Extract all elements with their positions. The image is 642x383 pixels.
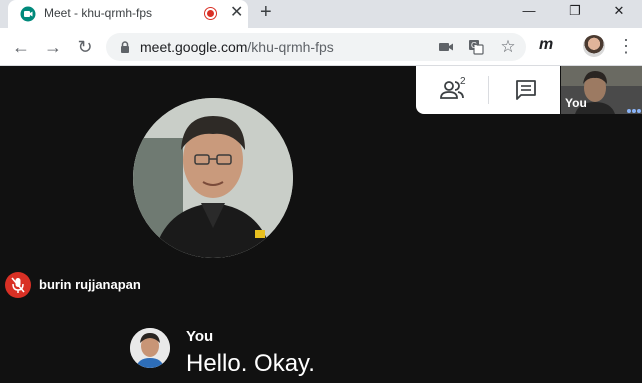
meet-stage: 2 You burin rujjanapan You Hello. Okay.: [0, 66, 642, 383]
participant-photo: [133, 98, 293, 258]
browser-tab-meet[interactable]: Meet - khu-qrmh-fps ✕: [8, 0, 248, 28]
panel-divider: [488, 76, 489, 104]
people-count: 2: [460, 76, 466, 87]
reload-button[interactable]: ↻: [74, 36, 96, 58]
caption-speaker-avatar: [130, 328, 170, 368]
bookmark-star-icon[interactable]: ☆: [498, 37, 518, 57]
google-meet-icon: [20, 6, 36, 22]
svg-text:G: G: [471, 41, 477, 50]
participant-avatar: [133, 98, 293, 258]
audio-activity-icon: [627, 100, 642, 114]
caption-text: Hello. Okay.: [186, 350, 315, 377]
url-text: meet.google.com/khu-qrmh-fps: [140, 39, 334, 55]
minimize-button[interactable]: —: [506, 0, 552, 28]
tab-strip: Meet - khu-qrmh-fps ✕ + — ❐ ✕: [0, 0, 642, 28]
self-view-tile[interactable]: You: [561, 66, 642, 114]
self-view-label: You: [565, 96, 587, 110]
profile-avatar[interactable]: [583, 35, 605, 57]
caption-speaker-name: You: [186, 328, 214, 345]
meeting-controls-panel: 2: [416, 66, 560, 114]
mic-off-icon: [5, 272, 31, 298]
restore-button[interactable]: ❐: [552, 0, 598, 28]
address-bar[interactable]: meet.google.com/khu-qrmh-fps G ☆: [106, 33, 526, 61]
tab-close-button[interactable]: ✕: [230, 5, 243, 21]
forward-button[interactable]: →: [42, 36, 64, 58]
back-button[interactable]: ←: [10, 36, 32, 58]
recording-icon: [204, 7, 217, 20]
url-host: meet.google.com: [140, 39, 248, 55]
url-path: /khu-qrmh-fps: [247, 39, 334, 55]
chat-icon[interactable]: [512, 78, 540, 102]
participant-name: burin rujjanapan: [39, 277, 141, 292]
camera-icon[interactable]: [436, 37, 456, 57]
close-window-button[interactable]: ✕: [596, 0, 642, 28]
new-tab-button[interactable]: +: [260, 2, 272, 22]
tab-title: Meet - khu-qrmh-fps: [44, 6, 153, 20]
translate-icon[interactable]: G: [466, 37, 486, 57]
lock-icon: [121, 41, 129, 53]
browser-toolbar: ← → ↻ meet.google.com/khu-qrmh-fps G ☆ m…: [0, 28, 642, 66]
browser-menu-button[interactable]: ⋮: [617, 35, 635, 57]
extension-m-icon[interactable]: m: [539, 36, 553, 54]
